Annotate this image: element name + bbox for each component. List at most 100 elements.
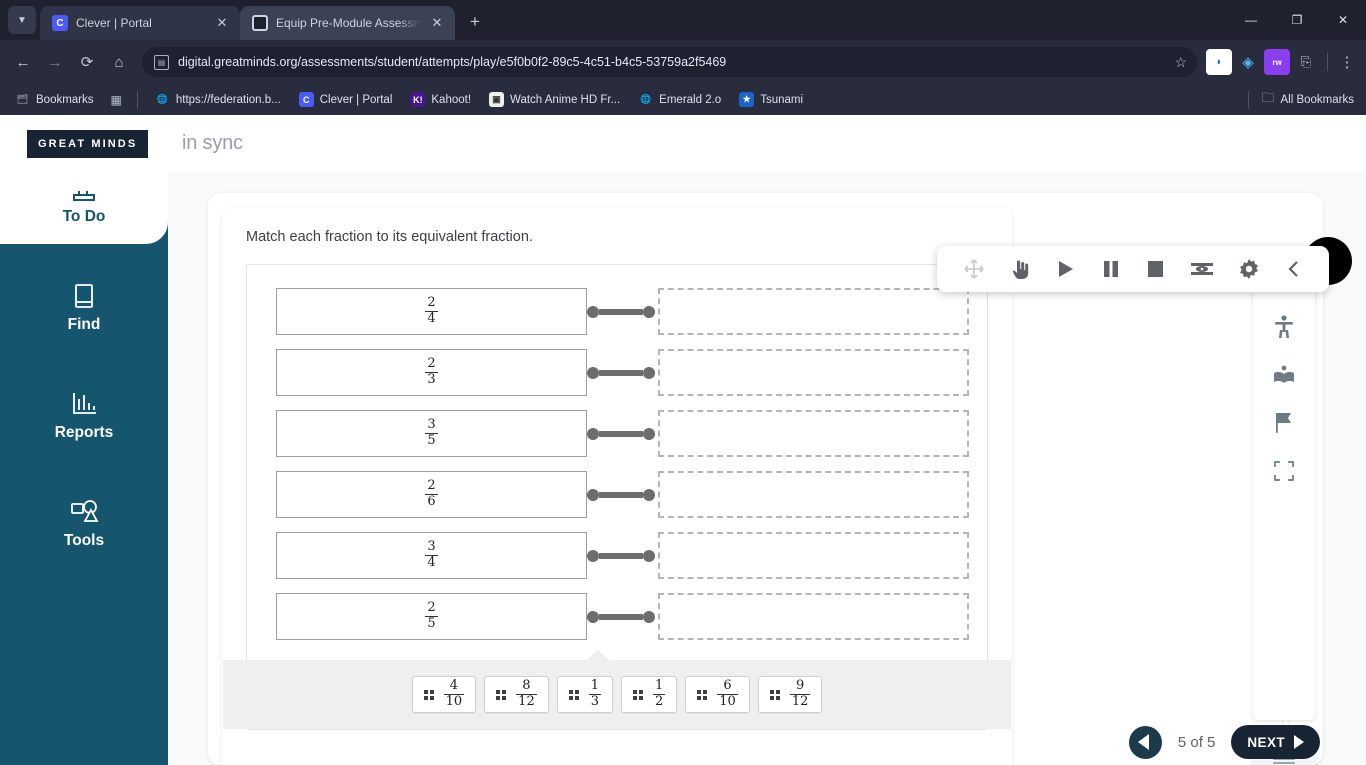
pointer-hand-icon[interactable] (1010, 258, 1030, 280)
captions-icon[interactable] (1190, 258, 1214, 280)
bookmark-item[interactable]: K! Kahoot! (403, 89, 478, 110)
fraction-prompt-cell: 2 3 (276, 349, 587, 396)
reading-book-icon[interactable] (1271, 360, 1297, 390)
denominator: 5 (425, 433, 438, 448)
draggable-tile[interactable]: 1 3 (556, 676, 613, 713)
home-icon[interactable]: ⌂ (104, 47, 134, 77)
bookmark-item[interactable]: ★ Tsunami (732, 89, 810, 110)
fraction: 1 2 (653, 678, 666, 709)
bookmark-item[interactable]: 🌐 Emerald 2.o (631, 89, 728, 110)
connector-dot-right (643, 549, 655, 562)
numerator: 1 (655, 678, 664, 694)
clever-icon: C (298, 92, 314, 107)
bookmark-item[interactable]: 🌐 https://federation.b... (148, 89, 288, 110)
bookmark-star-icon[interactable]: ☆ (1174, 54, 1187, 71)
bookmarks-manager-item[interactable]: 🗂 Bookmarks (8, 89, 101, 110)
bookmark-item[interactable]: ▣ Watch Anime HD Fr... (482, 89, 627, 110)
denominator: 3 (588, 694, 601, 709)
fraction: 3 5 (425, 417, 438, 448)
drag-handle-icon[interactable] (423, 689, 434, 700)
back-icon[interactable]: ← (8, 47, 38, 77)
window-close-icon[interactable]: ✕ (1320, 0, 1366, 40)
reload-icon[interactable]: ⟳ (72, 47, 102, 77)
fullscreen-icon[interactable] (1272, 456, 1296, 486)
draggable-tile[interactable]: 8 12 (484, 676, 549, 713)
sidebar-item-find[interactable]: Find (0, 262, 168, 352)
drag-handle-icon[interactable] (769, 689, 780, 700)
fraction: 2 3 (425, 356, 438, 387)
pause-icon[interactable] (1101, 258, 1121, 280)
answer-drop-zone[interactable] (658, 532, 969, 579)
drag-handle-icon[interactable] (697, 689, 708, 700)
apps-grid-icon[interactable]: ▦ (105, 93, 127, 107)
product-name: in sync (182, 132, 243, 154)
connector-line (587, 427, 655, 440)
connector-line (587, 488, 655, 501)
equip-icon (252, 15, 268, 31)
move-tool-icon[interactable] (963, 258, 985, 280)
close-icon[interactable]: ✕ (429, 15, 445, 31)
numerator: 2 (427, 356, 436, 372)
denominator: 3 (425, 372, 438, 387)
match-row: 3 4 (247, 525, 987, 586)
draggable-tile[interactable]: 4 10 (411, 676, 477, 713)
collapse-chevron-icon[interactable] (1285, 258, 1303, 280)
numerator: 3 (427, 417, 436, 433)
answer-drop-zone[interactable] (658, 593, 969, 640)
tab-equip-assessment[interactable]: Equip Pre-Module Assessment ✕ (240, 6, 455, 40)
extension-outline-icon[interactable]: ⎘ (1293, 49, 1319, 75)
settings-gear-icon[interactable] (1238, 258, 1260, 280)
flag-icon[interactable] (1272, 408, 1296, 438)
connector-bar (599, 552, 643, 559)
connector-dot-left (587, 366, 599, 379)
answer-drop-zone[interactable] (658, 349, 969, 396)
clever-icon: C (52, 15, 68, 31)
close-icon[interactable]: ✕ (214, 15, 230, 31)
bookmark-item[interactable]: C Clever | Portal (292, 89, 400, 110)
accessibility-icon[interactable] (1272, 312, 1296, 342)
sidebar-item-tools[interactable]: Tools (0, 478, 168, 568)
previous-button[interactable] (1128, 725, 1162, 759)
tab-title: Clever | Portal (76, 16, 152, 30)
app-header: in sync (168, 115, 1366, 172)
next-arrow-icon (1294, 735, 1304, 749)
drag-handle-icon[interactable] (633, 689, 643, 700)
stop-icon[interactable] (1145, 258, 1165, 280)
all-bookmarks-item[interactable]: 🗀 All Bookmarks (1242, 89, 1358, 111)
browser-menu-icon[interactable]: ⋮ (1336, 53, 1358, 71)
draggable-tile[interactable]: 9 12 (757, 676, 823, 713)
address-bar[interactable]: ▤ digital.greatminds.org/assessments/stu… (142, 47, 1197, 77)
play-icon[interactable] (1054, 258, 1076, 280)
forward-icon[interactable]: → (40, 47, 70, 77)
numerator: 9 (795, 678, 805, 694)
tab-strip: ▼ C Clever | Portal ✕ Equip Pre-Module A… (0, 0, 1366, 40)
sidebar-item-to-do[interactable]: To Do (0, 156, 168, 244)
minimize-icon[interactable]: — (1228, 0, 1274, 40)
answer-drop-zone[interactable] (658, 288, 969, 335)
connector-line (587, 549, 655, 562)
denominator: 5 (425, 616, 438, 631)
answer-drop-zone[interactable] (658, 410, 969, 457)
bookmark-label: Watch Anime HD Fr... (510, 93, 621, 106)
connector-dot-right (643, 366, 655, 379)
tab-search-icon[interactable]: ▼ (8, 6, 36, 34)
sidebar-item-reports[interactable]: Reports (0, 370, 168, 460)
new-tab-button[interactable]: + (461, 8, 489, 36)
drag-handle-icon[interactable] (568, 689, 579, 700)
answer-drop-zone[interactable] (658, 471, 969, 518)
extension-diamond-icon[interactable]: ◈ (1235, 49, 1261, 75)
extension-blue-icon[interactable]: ◗ (1206, 49, 1232, 75)
tab-clever-portal[interactable]: C Clever | Portal ✕ (40, 6, 240, 40)
bookmark-label: Tsunami (760, 93, 804, 106)
drag-handle-icon[interactable] (496, 689, 507, 700)
bookmark-label: Clever | Portal (319, 93, 393, 106)
draggable-tile[interactable]: 1 2 (621, 676, 678, 713)
site-info-icon[interactable]: ▤ (154, 54, 169, 70)
draggable-tile[interactable]: 6 10 (685, 676, 750, 713)
maximize-icon[interactable]: ❐ (1274, 0, 1320, 40)
connector-line (587, 366, 655, 379)
extension-purple-icon[interactable]: rw (1264, 49, 1290, 75)
bookmark-label: Emerald 2.o (659, 93, 722, 106)
next-button[interactable]: NEXT (1231, 725, 1320, 759)
fraction: 3 4 (425, 540, 438, 570)
